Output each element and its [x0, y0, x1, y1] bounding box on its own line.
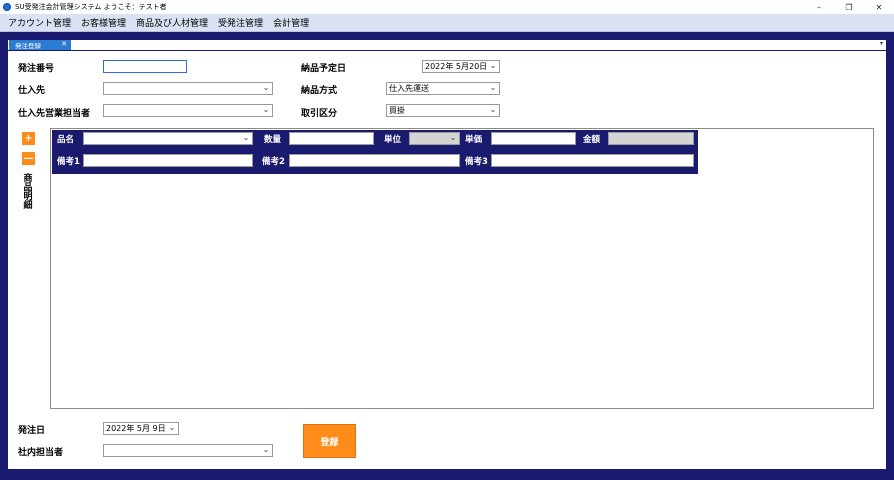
order-no-input[interactable] — [103, 60, 187, 73]
maximize-button[interactable]: ❐ — [834, 0, 864, 14]
supplier-rep-label: 仕入先営業担当者 — [18, 109, 91, 119]
delivery-date-label: 納品予定日 — [301, 64, 347, 74]
menu-account[interactable]: アカウント管理 — [3, 16, 76, 29]
chevron-down-icon: ⌄ — [242, 133, 250, 142]
order-date-label: 発注日 — [18, 426, 46, 436]
tab-strip: 発注登録 ✕ ▾ — [8, 40, 886, 50]
trade-type-value: 買掛 — [389, 106, 405, 115]
order-date-picker[interactable]: 2022年 5月 9日 ⌄ — [103, 422, 179, 435]
note3-label: 備考3 — [465, 157, 488, 167]
window-title: SU受発注会計管理システム ようこそ：テスト者 — [15, 3, 167, 11]
amount-field — [608, 132, 694, 145]
remove-row-button[interactable]: — — [22, 152, 35, 165]
note1-input[interactable] — [83, 154, 253, 167]
delivery-date-value: 2022年 5月20日 — [425, 62, 488, 71]
supplier-rep-select[interactable]: ⌄ — [103, 104, 273, 117]
delivery-date-picker[interactable]: 2022年 5月20日 ⌄ — [422, 60, 500, 73]
detail-section-label: 商品明細 — [23, 174, 33, 211]
chevron-down-icon: ⌄ — [168, 423, 176, 432]
product-select[interactable]: ⌄ — [83, 132, 253, 145]
register-button[interactable]: 登録 — [303, 424, 356, 458]
detail-list: 品名 ⌄ 数量 単位 ⌄ 単価 金額 備考1 備考2 備考3 — [50, 128, 874, 409]
minimize-button[interactable]: – — [804, 0, 834, 14]
order-no-label: 発注番号 — [18, 64, 55, 74]
app-logo-icon — [3, 3, 11, 11]
product-label: 品名 — [57, 135, 75, 145]
chevron-down-icon: ⌄ — [489, 105, 497, 114]
order-form-panel: 発注番号 仕入先 ⌄ 仕入先営業担当者 ⌄ 納品予定日 2022年 5月20日 … — [8, 51, 886, 469]
supplier-select[interactable]: ⌄ — [103, 82, 273, 95]
chevron-down-icon: ⌄ — [449, 133, 457, 142]
price-label: 単価 — [465, 135, 483, 145]
note2-label: 備考2 — [262, 157, 285, 167]
tab-order-registration[interactable]: 発注登録 ✕ — [9, 40, 71, 50]
add-row-button[interactable]: + — [22, 132, 35, 145]
tab-label: 発注登録 — [15, 42, 41, 50]
menu-product-staff[interactable]: 商品及び人材管理 — [131, 16, 213, 29]
qty-label: 数量 — [264, 135, 282, 145]
menu-accounting[interactable]: 会計管理 — [268, 16, 314, 29]
unit-label: 単位 — [384, 135, 402, 145]
delivery-method-label: 納品方式 — [301, 86, 338, 96]
delivery-method-select[interactable]: 仕入先運送 ⌄ — [386, 82, 500, 95]
trade-type-label: 取引区分 — [301, 109, 338, 119]
note3-input[interactable] — [491, 154, 694, 167]
note2-input[interactable] — [289, 154, 460, 167]
price-input[interactable] — [491, 132, 576, 145]
detail-row: 品名 ⌄ 数量 単位 ⌄ 単価 金額 備考1 備考2 備考3 — [52, 130, 698, 174]
amount-label: 金額 — [583, 135, 601, 145]
unit-select[interactable]: ⌄ — [409, 132, 460, 145]
trade-type-select[interactable]: 買掛 ⌄ — [386, 104, 500, 117]
menu-bar: アカウント管理 お客様管理 商品及び人材管理 受発注管理 会計管理 — [0, 14, 894, 32]
note1-label: 備考1 — [57, 157, 80, 167]
order-date-value: 2022年 5月 9日 — [106, 424, 166, 433]
delivery-method-value: 仕入先運送 — [389, 84, 429, 93]
tab-overflow-icon[interactable]: ▾ — [880, 40, 883, 47]
work-area: 発注登録 ✕ ▾ 発注番号 仕入先 ⌄ 仕入先営業担当者 ⌄ 納品予定日 202… — [4, 33, 888, 472]
menu-customer[interactable]: お客様管理 — [76, 16, 131, 29]
chevron-down-icon: ⌄ — [262, 83, 270, 92]
staff-select[interactable]: ⌄ — [103, 444, 273, 457]
chevron-down-icon: ⌄ — [262, 105, 270, 114]
chevron-down-icon: ⌄ — [489, 61, 497, 70]
close-window-button[interactable]: ✕ — [864, 0, 894, 14]
chevron-down-icon: ⌄ — [262, 445, 270, 454]
supplier-label: 仕入先 — [18, 86, 46, 96]
staff-label: 社内担当者 — [18, 448, 64, 458]
title-bar: SU受発注会計管理システム ようこそ：テスト者 – ❐ ✕ — [0, 0, 894, 14]
menu-orders[interactable]: 受発注管理 — [213, 16, 268, 29]
window-controls: – ❐ ✕ — [804, 0, 894, 14]
qty-input[interactable] — [289, 132, 374, 145]
chevron-down-icon: ⌄ — [489, 83, 497, 92]
tab-close-icon[interactable]: ✕ — [61, 40, 67, 48]
